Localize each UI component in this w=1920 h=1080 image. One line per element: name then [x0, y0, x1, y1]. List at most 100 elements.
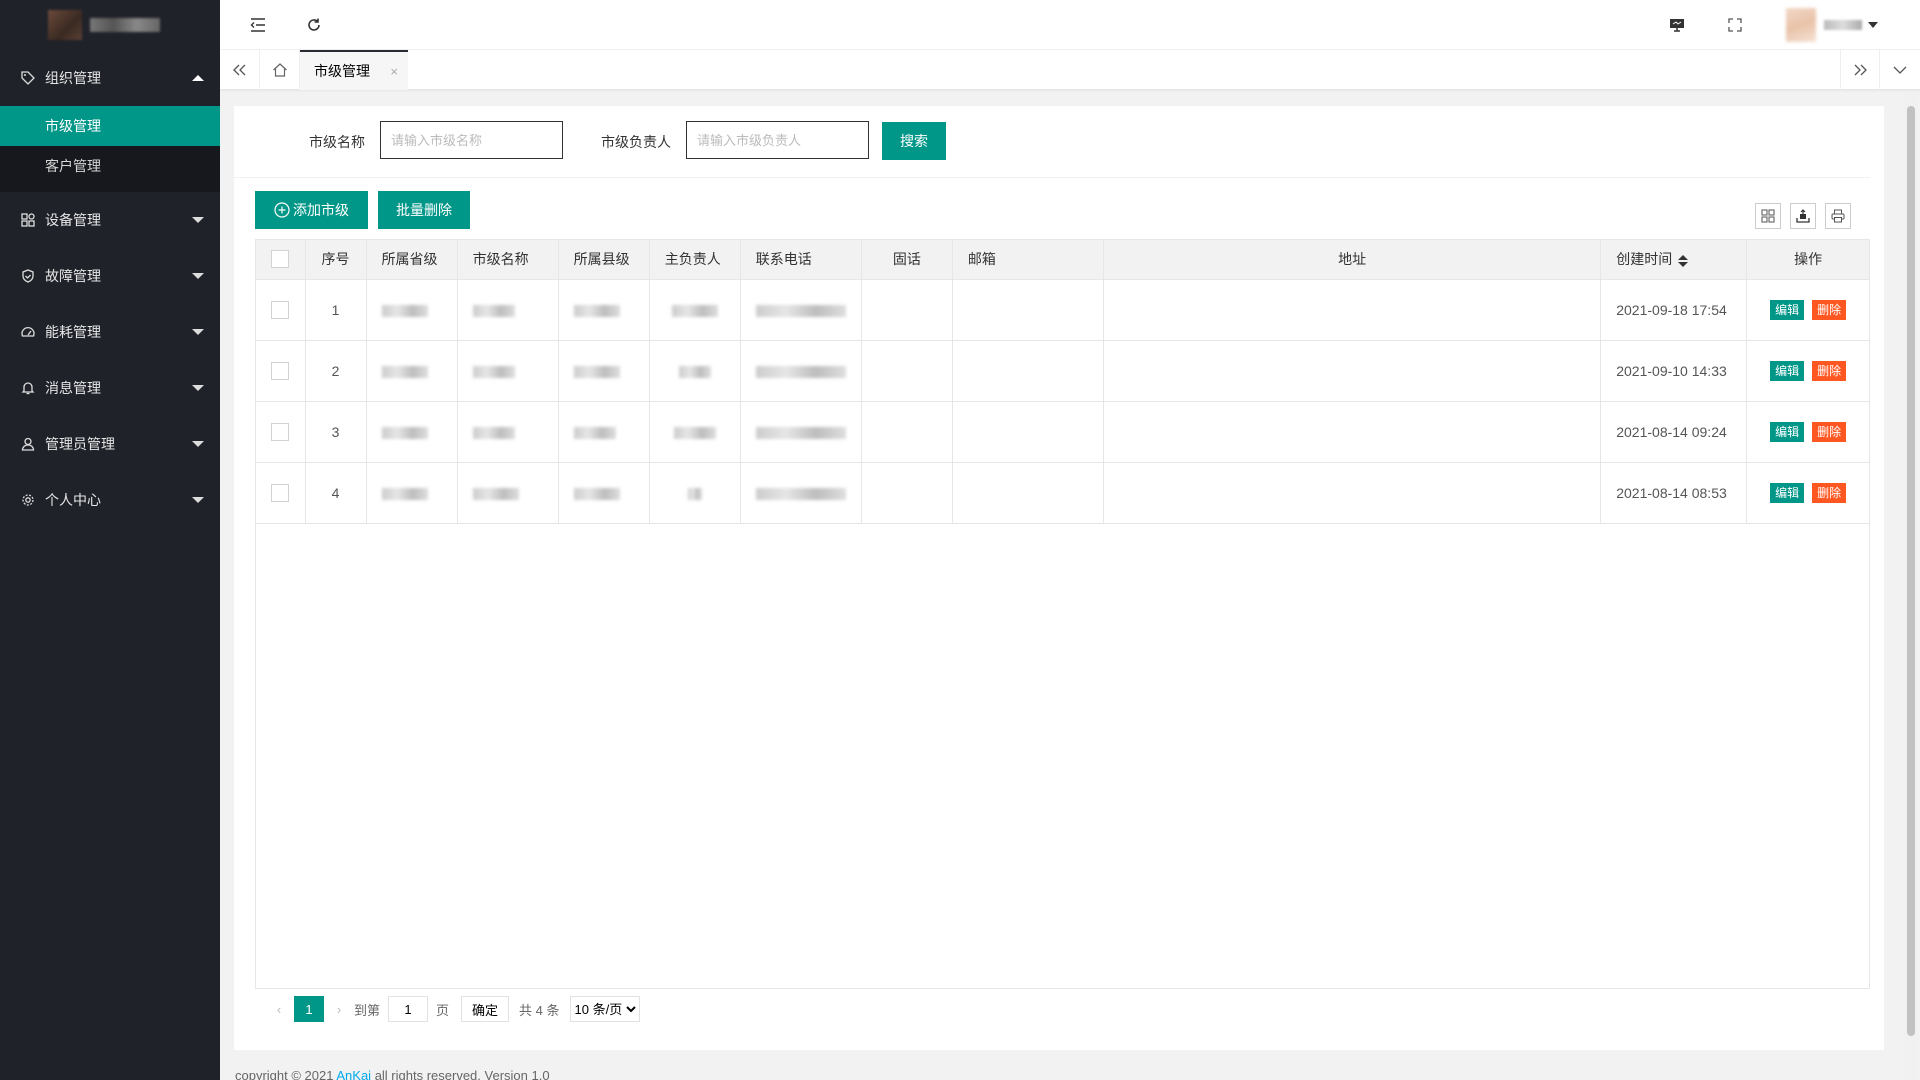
refresh-icon[interactable]	[302, 13, 326, 37]
cell-city	[457, 340, 559, 402]
select-all-checkbox[interactable]	[271, 250, 290, 269]
cell-phone	[740, 279, 862, 341]
delete-button[interactable]: 删除	[1812, 421, 1847, 442]
page-size-select[interactable]: 10 条/页	[569, 996, 640, 1022]
nav-group-profile[interactable]: 个人中心	[0, 472, 220, 528]
cell-owner	[649, 462, 741, 524]
nav-group-fault[interactable]: 故障管理	[0, 248, 220, 304]
delete-button[interactable]: 删除	[1812, 482, 1847, 503]
next-page-icon[interactable]: ›	[324, 1002, 354, 1017]
goto-confirm-button[interactable]: 确定	[461, 996, 510, 1022]
redacted-text	[472, 487, 519, 500]
menu-collapse-icon[interactable]	[246, 13, 270, 37]
city-name-input[interactable]	[380, 121, 563, 159]
edit-button[interactable]: 编辑	[1770, 421, 1805, 442]
nav-group-admin[interactable]: 管理员管理	[0, 416, 220, 472]
redacted-text	[755, 426, 846, 439]
search-button[interactable]: 搜索	[882, 122, 946, 160]
col-header: 邮箱	[952, 240, 1104, 280]
batch-delete-button[interactable]: 批量删除	[378, 191, 470, 229]
cell-index: 1	[305, 279, 367, 341]
tab-scroll-right-icon[interactable]	[1840, 50, 1880, 90]
shield-icon	[20, 268, 36, 284]
add-city-button[interactable]: 添加市级	[255, 191, 368, 229]
col-header: 市级名称	[457, 240, 559, 280]
redacted-text	[472, 304, 515, 317]
sidebar-item-city[interactable]: 市级管理	[0, 106, 220, 146]
cell-owner	[649, 279, 741, 341]
delete-button[interactable]: 删除	[1812, 299, 1847, 320]
nav-submenu-org: 市级管理 客户管理	[0, 106, 220, 192]
cell-created: 2021-09-18 17:54	[1600, 279, 1748, 341]
page-scrollbar[interactable]	[1904, 92, 1918, 1080]
tab-scroll-left-icon[interactable]	[220, 50, 260, 90]
col-header: 主负责人	[649, 240, 741, 280]
nav-group-label: 能耗管理	[45, 324, 101, 340]
nav-group-label: 管理员管理	[45, 436, 115, 452]
print-icon[interactable]	[1825, 203, 1851, 229]
prev-page-icon[interactable]: ‹	[264, 1002, 294, 1017]
col-header-created[interactable]: 创建时间	[1600, 240, 1748, 280]
row-checkbox[interactable]	[271, 361, 290, 380]
row-checkbox[interactable]	[271, 300, 290, 319]
redacted-text	[472, 426, 515, 439]
goto-page-input[interactable]	[388, 996, 429, 1022]
table-row: 2 2021-09-10 14:33 编辑 删除	[256, 340, 1869, 402]
table-row: 3 2021-08-14 09:24 编辑 删除	[256, 401, 1869, 463]
gauge-icon	[20, 324, 36, 340]
cell-province	[366, 401, 458, 463]
redacted-text	[755, 365, 846, 378]
city-owner-input[interactable]	[686, 121, 869, 159]
cell-email	[952, 462, 1104, 524]
tag-icon	[20, 70, 36, 86]
redacted-text	[573, 487, 620, 500]
cell-landline	[861, 340, 953, 402]
cell-email	[952, 340, 1104, 402]
edit-button[interactable]: 编辑	[1770, 482, 1805, 503]
home-icon[interactable]	[260, 50, 300, 90]
cell-city	[457, 401, 559, 463]
avatar	[1786, 8, 1816, 42]
edit-button[interactable]: 编辑	[1770, 360, 1805, 381]
redacted-text	[573, 365, 620, 378]
select-all-cell	[256, 240, 306, 280]
redacted-text	[573, 304, 620, 317]
fullscreen-icon[interactable]	[1723, 13, 1747, 37]
row-checkbox[interactable]	[271, 422, 290, 441]
cell-actions: 编辑 删除	[1746, 340, 1869, 402]
nav-group-device[interactable]: 设备管理	[0, 192, 220, 248]
row-checkbox[interactable]	[271, 483, 290, 502]
edit-button[interactable]: 编辑	[1770, 299, 1805, 320]
cell-created: 2021-08-14 09:24	[1600, 401, 1748, 463]
footer-brand-link[interactable]: AnKai	[336, 1068, 371, 1080]
redacted-text	[755, 487, 846, 500]
cell-county	[558, 462, 650, 524]
row-select-cell	[256, 462, 306, 524]
nav-group-message[interactable]: 消息管理	[0, 360, 220, 416]
sort-icon[interactable]	[1678, 254, 1689, 267]
redacted-text	[381, 426, 428, 439]
row-select-cell	[256, 401, 306, 463]
sidebar-item-customer[interactable]: 客户管理	[0, 146, 220, 186]
tab-dropdown-icon[interactable]	[1880, 50, 1920, 90]
screen-icon[interactable]	[1665, 13, 1689, 37]
col-header: 所属省级	[366, 240, 458, 280]
cell-actions: 编辑 删除	[1746, 401, 1869, 463]
page-current[interactable]: 1	[294, 996, 324, 1022]
cell-address	[1103, 401, 1602, 463]
scrollbar-thumb[interactable]	[1907, 106, 1915, 1036]
redacted-text	[673, 426, 716, 439]
chevron-down-icon	[192, 497, 204, 503]
tab-city-management[interactable]: 市级管理 ×	[300, 50, 408, 90]
nav-group-energy[interactable]: 能耗管理	[0, 304, 220, 360]
user-menu[interactable]	[1786, 8, 1878, 42]
delete-button[interactable]: 删除	[1812, 360, 1847, 381]
col-header: 操作	[1746, 240, 1869, 280]
close-icon[interactable]: ×	[390, 64, 398, 79]
cell-phone	[740, 401, 862, 463]
export-icon[interactable]	[1790, 203, 1816, 229]
nav-group-org[interactable]: 组织管理	[0, 50, 220, 106]
columns-filter-icon[interactable]	[1755, 203, 1781, 229]
tab-bar: 市级管理 ×	[220, 50, 1920, 90]
add-city-label: 添加市级	[293, 202, 349, 218]
